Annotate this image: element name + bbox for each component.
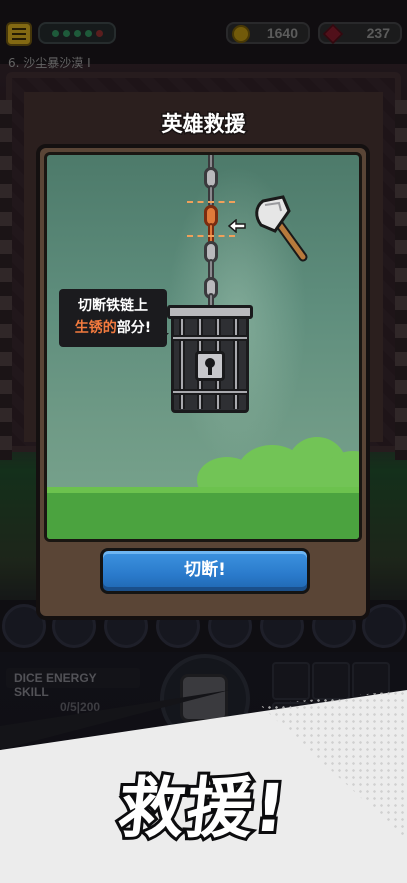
hint-line-2: 部分!	[116, 320, 152, 336]
cut-button[interactable]: 切断!	[100, 548, 310, 594]
modal-title: 英雄救援	[160, 111, 247, 138]
rescue-scene: 切断铁链上 生锈的部分!	[44, 152, 362, 542]
arrow-left-icon	[227, 219, 246, 233]
chain-link	[208, 185, 214, 207]
hint-rust-word: 生锈的	[74, 320, 117, 336]
grass-ground	[47, 493, 359, 539]
hint-line-1: 切断铁链上	[78, 298, 148, 314]
rescue-modal: 切断铁链上 生锈的部分! 切断!	[36, 144, 370, 620]
axe-icon[interactable]	[253, 195, 313, 265]
hint-bubble: 切断铁链上 生锈的部分!	[59, 289, 167, 347]
banner-title: 救援!	[112, 767, 294, 850]
